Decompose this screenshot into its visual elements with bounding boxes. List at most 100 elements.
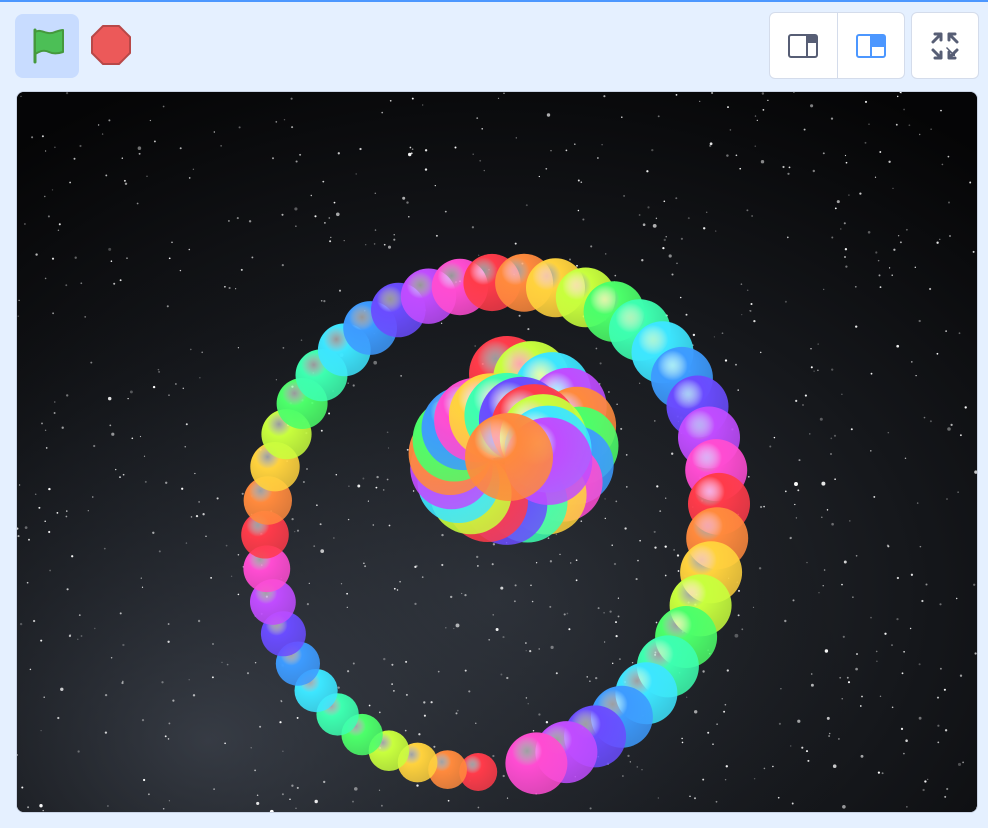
star	[330, 236, 332, 239]
star	[604, 253, 607, 255]
star	[727, 106, 729, 109]
star	[61, 426, 64, 429]
stop-icon	[91, 25, 131, 65]
star	[959, 674, 963, 677]
star	[357, 484, 361, 488]
green-flag-button[interactable]	[15, 14, 79, 78]
star	[108, 119, 111, 122]
star	[845, 161, 848, 164]
star	[879, 695, 882, 698]
star	[414, 602, 417, 606]
star	[580, 520, 583, 522]
star	[746, 209, 749, 212]
star	[831, 522, 834, 526]
star	[221, 661, 223, 664]
star	[831, 236, 834, 239]
star	[677, 570, 680, 572]
star	[780, 688, 782, 690]
star	[822, 152, 825, 155]
star	[791, 802, 794, 805]
star	[362, 477, 365, 480]
star	[328, 412, 331, 415]
star	[809, 433, 811, 435]
star	[752, 606, 755, 609]
star	[870, 450, 872, 452]
star	[737, 614, 740, 617]
star	[386, 478, 389, 481]
star	[824, 649, 829, 653]
star	[654, 546, 657, 549]
star	[148, 793, 150, 796]
star	[281, 264, 284, 267]
star	[905, 739, 908, 742]
star	[500, 673, 503, 676]
star	[422, 104, 424, 106]
star	[870, 372, 873, 375]
star	[136, 202, 139, 205]
star	[388, 524, 391, 527]
star	[859, 192, 862, 195]
star	[167, 738, 170, 740]
star	[324, 222, 326, 224]
star	[119, 279, 122, 282]
star	[589, 807, 592, 810]
star	[308, 582, 310, 585]
star	[140, 577, 142, 579]
star	[817, 343, 819, 345]
star	[676, 262, 678, 265]
star	[724, 703, 727, 706]
star	[199, 377, 201, 379]
star	[492, 543, 496, 546]
star	[726, 154, 729, 157]
star	[810, 673, 813, 675]
star	[378, 789, 381, 791]
star	[142, 778, 146, 782]
star	[477, 565, 479, 567]
stage-canvas[interactable]	[16, 91, 978, 813]
star	[144, 480, 147, 483]
star	[852, 596, 854, 598]
star	[595, 676, 598, 680]
fullscreen-button[interactable]	[911, 12, 979, 79]
star	[31, 136, 34, 139]
large-stage-button[interactable]	[836, 13, 905, 78]
star	[709, 142, 713, 146]
star	[224, 285, 226, 288]
small-stage-button[interactable]	[770, 13, 837, 78]
star	[844, 154, 847, 157]
star	[881, 772, 884, 775]
star	[137, 146, 142, 150]
star	[49, 569, 51, 572]
star	[319, 523, 322, 526]
star	[964, 406, 967, 409]
star	[17, 535, 20, 538]
star	[642, 223, 646, 227]
star	[296, 786, 299, 789]
star	[294, 207, 298, 211]
star	[795, 517, 798, 519]
star	[205, 535, 207, 537]
star	[663, 200, 666, 203]
star	[915, 374, 917, 377]
star	[404, 729, 407, 732]
star	[861, 695, 863, 698]
star	[656, 485, 659, 488]
star	[936, 241, 939, 244]
star	[352, 662, 355, 665]
star	[121, 680, 124, 683]
star	[794, 503, 796, 506]
star	[281, 213, 284, 216]
star	[149, 119, 152, 122]
star	[568, 258, 572, 261]
star	[57, 229, 60, 232]
star	[236, 217, 239, 220]
star	[237, 347, 240, 349]
star	[603, 641, 606, 643]
star	[837, 737, 840, 740]
star	[44, 277, 47, 280]
star	[936, 352, 939, 355]
star	[122, 473, 125, 476]
stop-button[interactable]	[88, 22, 134, 68]
star	[923, 416, 926, 419]
star	[711, 92, 714, 95]
